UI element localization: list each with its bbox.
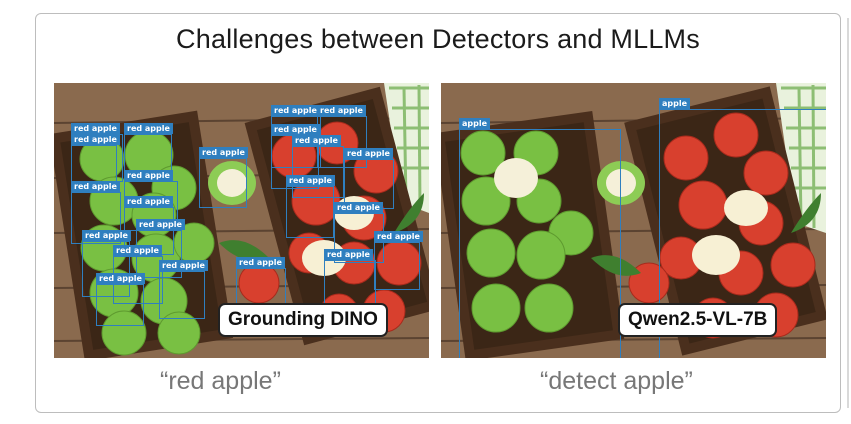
- caption-red-apple: “red apple”: [160, 367, 281, 395]
- detection-box-label: red apple: [71, 123, 120, 134]
- detection-box-label: red apple: [124, 196, 173, 207]
- grounding-dino-panel: red apple red apple red apple red apple red …: [54, 83, 429, 358]
- detection-box-label: apple: [459, 118, 491, 129]
- detection-box: red apple: [374, 231, 423, 290]
- detection-box-label: red apple: [71, 134, 120, 145]
- detection-box: red apple: [96, 273, 145, 326]
- detection-box-label: red apple: [344, 148, 393, 159]
- detection-box: apple: [459, 118, 621, 358]
- detection-box-label: red apple: [317, 105, 366, 116]
- figure-title: Challenges between Detectors and MLLMs: [176, 24, 700, 54]
- detection-box-label: red apple: [124, 123, 173, 134]
- edge-divider: [847, 18, 849, 408]
- detection-box: red apple: [199, 147, 248, 208]
- detection-box-label: red apple: [136, 219, 185, 230]
- detection-box-label: red apple: [334, 202, 383, 213]
- detection-box-label: red apple: [374, 231, 423, 242]
- detection-box-label: red apple: [96, 273, 145, 284]
- caption-detect-apple: “detect apple”: [540, 367, 693, 395]
- detection-box: red apple: [286, 175, 335, 238]
- detection-box-label: red apple: [82, 230, 131, 241]
- detection-box: red apple: [159, 260, 208, 319]
- detection-box-label: red apple: [292, 135, 341, 146]
- detection-box-label: red apple: [324, 249, 373, 260]
- model-tag-grounding-dino: Grounding DINO: [218, 303, 388, 337]
- qwen-panel: apple apple Qwen2.5-VL-7B: [441, 83, 826, 358]
- detection-box-label: red apple: [113, 245, 162, 256]
- detection-box-label: red apple: [71, 181, 120, 192]
- detection-box-label: red apple: [271, 124, 320, 135]
- detection-box-label: red apple: [236, 257, 285, 268]
- detection-box-label: apple: [659, 98, 691, 109]
- detection-box-label: red apple: [286, 175, 335, 186]
- detection-box-label: red apple: [271, 105, 320, 116]
- model-tag-qwen: Qwen2.5-VL-7B: [618, 303, 778, 337]
- detection-box-label: red apple: [199, 147, 248, 158]
- detection-box-label: red apple: [159, 260, 208, 271]
- detection-box-label: red apple: [124, 170, 173, 181]
